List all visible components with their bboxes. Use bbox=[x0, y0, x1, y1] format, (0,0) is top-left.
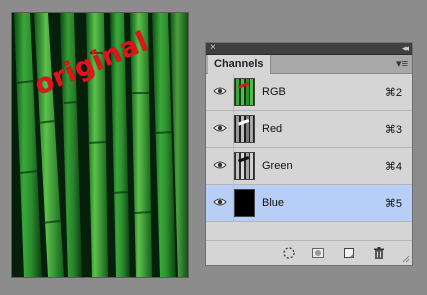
channel-thumbnail-blue bbox=[234, 189, 255, 217]
eye-icon[interactable] bbox=[213, 197, 227, 207]
channels-panel: × ◂◂ Channels ▾≡ RGB ⌘2 Red ⌘3 Green ⌘4 … bbox=[205, 42, 413, 266]
load-selection-icon[interactable] bbox=[282, 246, 296, 260]
document-canvas[interactable]: original bbox=[12, 13, 188, 277]
channel-thumbnail-green bbox=[234, 152, 255, 180]
channel-row-green[interactable]: Green ⌘4 bbox=[206, 148, 412, 185]
tab-channels[interactable]: Channels bbox=[208, 55, 271, 74]
new-channel-icon[interactable] bbox=[342, 246, 356, 260]
panel-tab-bar: Channels ▾≡ bbox=[206, 55, 412, 74]
channel-label: RGB bbox=[262, 86, 286, 98]
channel-row-blue[interactable]: Blue ⌘5 bbox=[206, 185, 412, 222]
panel-menu-icon[interactable]: ▾≡ bbox=[396, 57, 408, 71]
channel-thumbnail-rgb bbox=[234, 78, 255, 106]
collapse-icon[interactable]: ◂◂ bbox=[402, 41, 409, 55]
channel-thumbnail-red bbox=[234, 115, 255, 143]
close-icon[interactable]: × bbox=[210, 41, 216, 55]
channel-shortcut: ⌘2 bbox=[384, 87, 402, 99]
eye-icon[interactable] bbox=[213, 160, 227, 170]
channel-shortcut: ⌘5 bbox=[384, 198, 402, 210]
panel-title-bar[interactable]: × ◂◂ bbox=[206, 41, 412, 55]
channel-row-rgb[interactable]: RGB ⌘2 bbox=[206, 74, 412, 111]
save-selection-icon[interactable] bbox=[311, 246, 325, 260]
trash-icon[interactable] bbox=[372, 246, 386, 260]
resize-grip-icon[interactable] bbox=[402, 255, 410, 263]
eye-icon[interactable] bbox=[213, 86, 227, 96]
channel-shortcut: ⌘4 bbox=[384, 161, 402, 173]
panel-footer-toolbar bbox=[206, 240, 412, 265]
channel-row-red[interactable]: Red ⌘3 bbox=[206, 111, 412, 148]
channel-label: Blue bbox=[262, 197, 285, 209]
channel-label: Green bbox=[262, 160, 293, 172]
channel-label: Red bbox=[262, 123, 283, 135]
eye-icon[interactable] bbox=[213, 123, 227, 133]
channel-shortcut: ⌘3 bbox=[384, 124, 402, 136]
